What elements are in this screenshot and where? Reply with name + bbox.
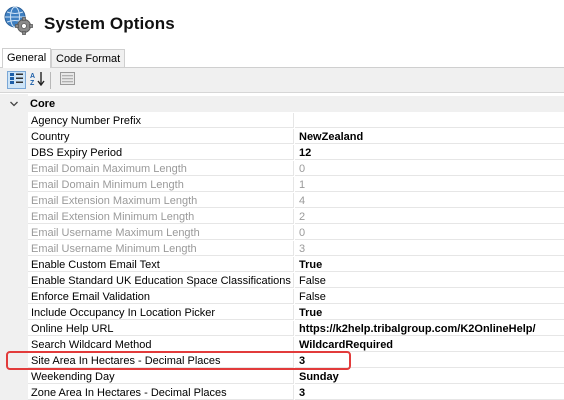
property-row[interactable]: Country NewZealand — [0, 129, 564, 145]
property-value[interactable]: 3 — [295, 385, 564, 400]
property-name: Include Occupancy In Location Picker — [28, 305, 294, 320]
property-row[interactable]: Email Domain Maximum Length 0 — [0, 161, 564, 177]
category-label: Core — [30, 98, 56, 110]
property-row[interactable]: Email Username Maximum Length 0 — [0, 225, 564, 241]
chevron-down-icon[interactable] — [8, 96, 20, 112]
property-value[interactable]: NewZealand — [295, 129, 564, 144]
toolbar-separator — [50, 72, 51, 89]
property-name: Site Area In Hectares - Decimal Places — [28, 353, 294, 368]
property-name: Online Help URL — [28, 321, 294, 336]
property-name: Enable Custom Email Text — [28, 257, 294, 272]
property-row[interactable]: Enforce Email Validation False — [0, 289, 564, 305]
property-value[interactable]: True — [295, 305, 564, 320]
property-value[interactable]: https://k2help.tribalgroup.com/K2OnlineH… — [295, 321, 564, 336]
sort-alphabetical-button[interactable]: A Z — [28, 71, 47, 89]
property-value[interactable]: WildcardRequired — [295, 337, 564, 352]
property-name: Weekending Day — [28, 369, 294, 384]
property-name: Enable Standard UK Education Space Class… — [28, 273, 294, 288]
property-value[interactable]: False — [295, 289, 564, 304]
tab-code-format[interactable]: Code Format — [51, 49, 126, 67]
property-name: Country — [28, 129, 294, 144]
property-name: Email Username Minimum Length — [28, 241, 294, 256]
property-grid: Core Agency Number Prefix Country NewZeala… — [0, 94, 564, 400]
property-row[interactable]: Search Wildcard Method WildcardRequired — [0, 337, 564, 353]
property-value[interactable] — [295, 113, 564, 128]
property-value[interactable]: 4 — [295, 193, 564, 208]
property-name: Email Username Maximum Length — [28, 225, 294, 240]
svg-text:Z: Z — [30, 80, 35, 86]
categorized-view-icon — [9, 72, 24, 88]
page-title: System Options — [44, 14, 175, 33]
sort-alphabetical-icon: A Z — [30, 71, 46, 89]
property-row[interactable]: Email Extension Maximum Length 4 — [0, 193, 564, 209]
window-header: System Options — [0, 0, 564, 42]
property-name: Email Extension Maximum Length — [28, 193, 294, 208]
gear-globe-icon — [3, 5, 33, 35]
property-pages-button[interactable] — [58, 71, 77, 89]
property-row[interactable]: DBS Expiry Period 12 — [0, 145, 564, 161]
property-row[interactable]: Zone Area In Hectares - Decimal Places 3 — [0, 385, 564, 400]
tab-strip: General Code Format — [0, 48, 564, 68]
property-name: Email Extension Minimum Length — [28, 209, 294, 224]
svg-text:A: A — [30, 73, 35, 80]
property-value[interactable]: 0 — [295, 161, 564, 176]
property-grid-toolbar: A Z — [0, 68, 564, 93]
property-row[interactable]: Enable Custom Email Text True — [0, 257, 564, 273]
property-name: Search Wildcard Method — [28, 337, 294, 352]
property-value[interactable]: 12 — [295, 145, 564, 160]
property-name: Zone Area In Hectares - Decimal Places — [28, 385, 294, 400]
property-value[interactable]: Sunday — [295, 369, 564, 384]
property-row[interactable]: Include Occupancy In Location Picker True — [0, 305, 564, 321]
property-value[interactable]: True — [295, 257, 564, 272]
property-row[interactable]: Site Area In Hectares - Decimal Places 3 — [0, 353, 564, 369]
property-value[interactable]: 3 — [295, 353, 564, 368]
property-value[interactable]: 0 — [295, 225, 564, 240]
property-value[interactable]: False — [295, 273, 564, 288]
property-value[interactable]: 3 — [295, 241, 564, 256]
property-value[interactable]: 1 — [295, 177, 564, 192]
property-row[interactable]: Enable Standard UK Education Space Class… — [0, 273, 564, 289]
property-name: Enforce Email Validation — [28, 289, 294, 304]
category-row-core[interactable]: Core — [0, 96, 564, 112]
property-row[interactable]: Online Help URL https://k2help.tribalgrou… — [0, 321, 564, 337]
property-value[interactable]: 2 — [295, 209, 564, 224]
property-name: DBS Expiry Period — [28, 145, 294, 160]
property-pages-icon — [60, 72, 75, 88]
property-name: Email Domain Minimum Length — [28, 177, 294, 192]
property-row[interactable]: Agency Number Prefix — [0, 113, 564, 129]
tab-general[interactable]: General — [2, 48, 52, 68]
property-row[interactable]: Email Extension Minimum Length 2 — [0, 209, 564, 225]
property-row[interactable]: Email Username Minimum Length 3 — [0, 241, 564, 257]
property-name: Agency Number Prefix — [28, 113, 294, 128]
property-row[interactable]: Weekending Day Sunday — [0, 369, 564, 385]
property-name: Email Domain Maximum Length — [28, 161, 294, 176]
property-row[interactable]: Email Domain Minimum Length 1 — [0, 177, 564, 193]
categorized-view-button[interactable] — [7, 71, 26, 89]
